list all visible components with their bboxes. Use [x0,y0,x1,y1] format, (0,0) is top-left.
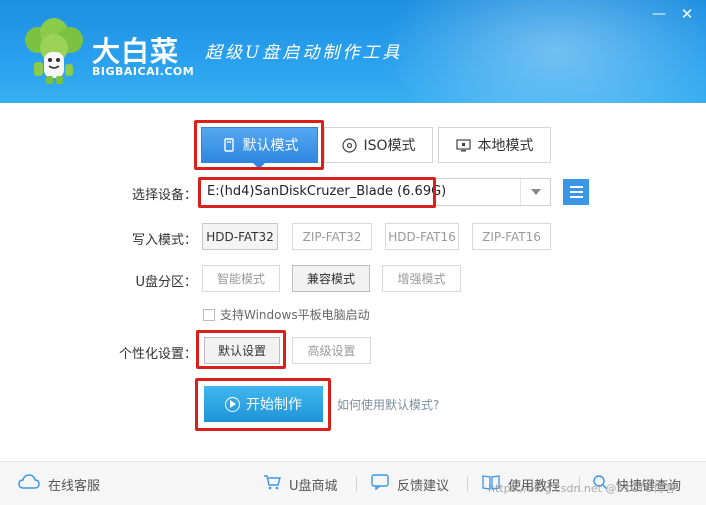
write-mode-zip-fat16[interactable]: ZIP-FAT16 [472,223,551,250]
watermark: https://blog.csdn.net @51CTO博客 [488,482,676,495]
cabbage-logo-icon [18,18,88,88]
personalize-default[interactable]: 默认设置 [204,337,280,364]
write-mode-hdd-fat16[interactable]: HDD-FAT16 [385,223,459,250]
header-banner: 大白菜 BIGBAICAI.COM 超级U盘启动制作工具 — ✕ [0,0,706,103]
footer-online-service[interactable]: 在线客服 [18,474,100,494]
tab-iso-mode[interactable]: ISO模式 [324,127,433,163]
partition-label: U盘分区： [135,275,197,290]
menu-icon[interactable] [563,179,589,205]
tab-label: ISO模式 [363,138,416,154]
cart-icon [263,474,281,494]
footer-feedback[interactable]: 反馈建议 [371,474,449,494]
checkbox-box[interactable] [203,308,215,321]
device-value: E:(hd4)SanDiskCruzer_Blade (6.69G) [207,184,447,199]
personalize-label: 个性化设置： [118,347,197,362]
usb-icon [221,137,237,153]
tab-label: 默认模式 [242,138,299,154]
feedback-icon [371,474,389,494]
close-button[interactable]: ✕ [676,4,698,24]
brand-name: 大白菜 [92,35,180,68]
start-button[interactable]: 开始制作 [204,386,323,422]
personalize-advanced[interactable]: 高级设置 [292,337,371,364]
write-mode-label: 写入模式： [131,233,197,248]
help-link[interactable]: 如何使用默认模式? [337,396,439,413]
partition-compatible[interactable]: 兼容模式 [292,265,370,292]
tablet-boot-label: 支持Windows平板电脑启动 [220,308,370,322]
footer-usb-shop[interactable]: U盘商城 [263,474,338,494]
cloud-icon [18,474,40,494]
app-window: 大白菜 BIGBAICAI.COM 超级U盘启动制作工具 — ✕ 默认模式 IS… [0,0,706,505]
device-label: 选择设备： [131,188,197,203]
brand-slogan: 超级U盘启动制作工具 [205,43,403,63]
partition-smart[interactable]: 智能模式 [202,265,280,292]
start-label: 开始制作 [246,397,302,413]
play-icon [225,396,240,412]
brand-domain: BIGBAICAI.COM [92,65,195,78]
partition-enhanced[interactable]: 增强模式 [382,265,461,292]
tablet-boot-checkbox[interactable]: 支持Windows平板电脑启动 [203,306,370,323]
disc-icon [341,137,357,153]
chevron-down-icon[interactable] [520,179,550,205]
device-select[interactable]: E:(hd4)SanDiskCruzer_Blade (6.69G) [200,178,551,206]
tab-label: 本地模式 [477,138,534,154]
tab-local-mode[interactable]: 本地模式 [438,127,551,163]
write-mode-hdd-fat32[interactable]: HDD-FAT32 [202,223,278,250]
write-mode-zip-fat32[interactable]: ZIP-FAT32 [292,223,372,250]
tab-default-mode[interactable]: 默认模式 [201,127,318,163]
minimize-button[interactable]: — [648,4,670,24]
monitor-icon [456,137,472,153]
